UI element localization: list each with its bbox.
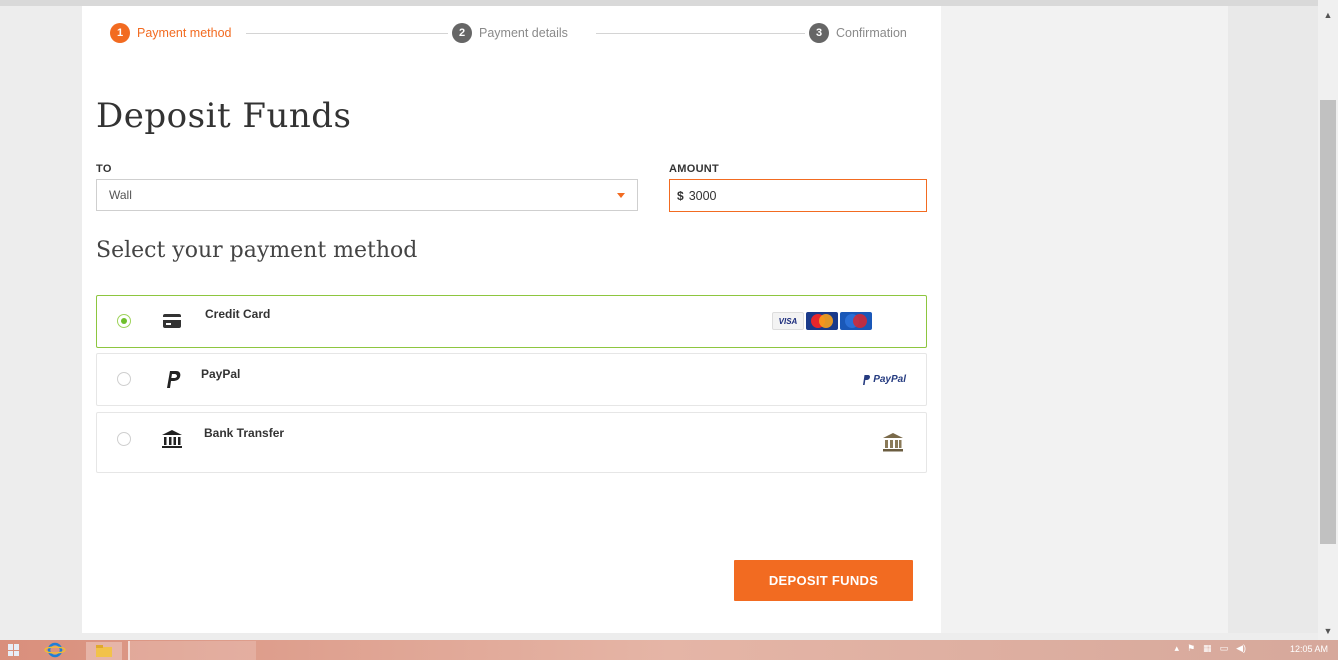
- radio-credit-card[interactable]: [117, 314, 131, 328]
- to-label: TO: [96, 163, 112, 175]
- card-logos: VISA: [772, 312, 872, 330]
- taskbar-window-button[interactable]: [128, 641, 256, 660]
- bank-logo-icon: [883, 433, 903, 452]
- payment-option-label: Bank Transfer: [204, 426, 285, 440]
- amount-value: 3000: [688, 188, 717, 203]
- radio-bank-transfer[interactable]: [117, 432, 131, 446]
- os-taskbar: ▴ ⚑ ▦ ▭ ◀) 12:05 AM: [0, 640, 1338, 660]
- vertical-scrollbar[interactable]: ▲ ▼: [1318, 0, 1338, 640]
- paypal-logo: PayPal: [862, 374, 906, 385]
- right-gutter: [1228, 6, 1318, 633]
- paypal-icon: [167, 371, 181, 388]
- to-account-select[interactable]: Wall: [96, 179, 638, 211]
- step-label: Payment method: [137, 26, 232, 40]
- currency-symbol: $: [677, 188, 684, 203]
- visa-logo-icon: VISA: [772, 312, 804, 330]
- maestro-logo-icon: [840, 312, 872, 330]
- step-number: 3: [809, 23, 829, 43]
- tray-volume-icon[interactable]: ◀): [1236, 643, 1246, 654]
- step-number: 1: [110, 23, 130, 43]
- deposit-funds-button[interactable]: DEPOSIT FUNDS: [734, 560, 913, 601]
- amount-label: AMOUNT: [669, 163, 720, 175]
- step-label: Confirmation: [836, 26, 907, 40]
- radio-paypal[interactable]: [117, 372, 131, 386]
- right-panel: [941, 6, 1228, 633]
- scroll-up-arrow-icon[interactable]: ▲: [1318, 6, 1338, 24]
- system-tray: ▴ ⚑ ▦ ▭ ◀): [1174, 643, 1246, 654]
- payment-option-label: Credit Card: [205, 307, 271, 321]
- step-confirmation[interactable]: 3 Confirmation: [805, 22, 911, 44]
- to-account-value: Wall: [109, 188, 132, 202]
- file-explorer-icon[interactable]: [86, 642, 122, 660]
- step-payment-method[interactable]: 1 Payment method: [106, 22, 236, 44]
- chevron-down-icon: [617, 193, 625, 198]
- payment-option-paypal[interactable]: PayPal PayPal: [96, 353, 927, 406]
- tray-network-icon[interactable]: ▦: [1203, 643, 1212, 654]
- scroll-thumb[interactable]: [1320, 100, 1336, 544]
- paypal-mark-icon: [863, 374, 871, 385]
- windows-start-icon[interactable]: [8, 644, 20, 656]
- progress-stepper: 1 Payment method 2 Payment details 3 Con…: [96, 20, 926, 46]
- amount-input[interactable]: $ 3000: [669, 179, 927, 212]
- page-title: Deposit Funds: [96, 96, 352, 136]
- step-label: Payment details: [479, 26, 568, 40]
- payment-option-credit-card[interactable]: Credit Card VISA: [96, 295, 927, 348]
- step-number: 2: [452, 23, 472, 43]
- scroll-down-arrow-icon[interactable]: ▼: [1318, 622, 1338, 640]
- mastercard-logo-icon: [806, 312, 838, 330]
- tray-flag-icon[interactable]: ⚑: [1187, 643, 1195, 654]
- step-connector: [246, 33, 456, 34]
- payment-method-heading: Select your payment method: [96, 238, 418, 263]
- internet-explorer-icon[interactable]: [44, 642, 66, 658]
- step-connector: [596, 33, 806, 34]
- tray-chevron-up-icon[interactable]: ▴: [1174, 643, 1179, 654]
- payment-option-bank-transfer[interactable]: Bank Transfer: [96, 412, 927, 473]
- bank-icon: [162, 430, 182, 448]
- tray-battery-icon[interactable]: ▭: [1220, 643, 1229, 654]
- step-payment-details[interactable]: 2 Payment details: [448, 22, 572, 44]
- taskbar-clock[interactable]: 12:05 AM: [1290, 644, 1328, 654]
- paypal-logo-text: PayPal: [873, 374, 906, 385]
- payment-option-label: PayPal: [201, 367, 241, 381]
- credit-card-icon: [163, 314, 181, 328]
